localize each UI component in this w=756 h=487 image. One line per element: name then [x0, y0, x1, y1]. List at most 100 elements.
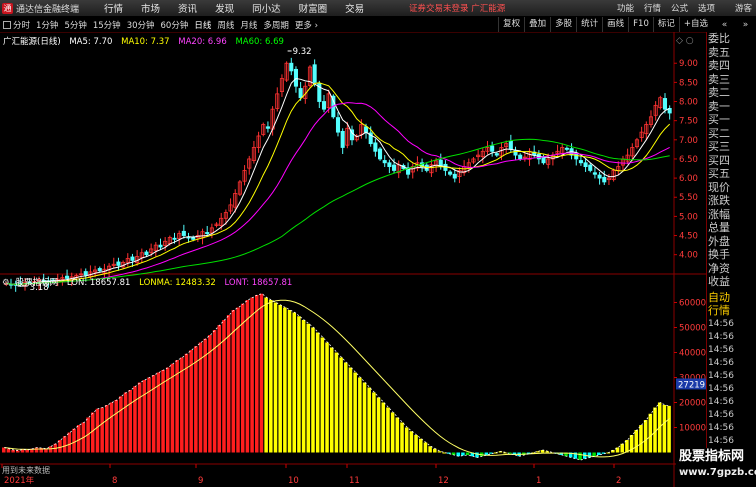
menu-market[interactable]: 市场	[132, 1, 169, 15]
period-tab-weekly[interactable]: 周线	[214, 19, 237, 31]
indicator-bar	[297, 316, 301, 453]
tool-draw[interactable]: 画线	[602, 17, 628, 32]
indicator-bar	[433, 448, 437, 453]
right-menu: 功能 行情 公式 选项	[612, 0, 720, 16]
indicator-bar	[76, 425, 81, 453]
menu-formula[interactable]: 公式	[666, 2, 693, 14]
tool-add-watchlist[interactable]: +自选	[678, 17, 712, 32]
indicator-bar	[404, 427, 409, 453]
lonma-value: LONMA: 12483.32	[139, 278, 216, 288]
lont-value: LONT: 18657.81	[224, 278, 293, 288]
menu-discover[interactable]: 发现	[206, 1, 243, 15]
period-tab-1min[interactable]: 1分钟	[33, 19, 61, 31]
menu-trade[interactable]: 交易	[336, 1, 373, 15]
menu-quotes[interactable]: 行情	[95, 1, 132, 15]
candle-body	[130, 256, 135, 261]
indicator-bar	[315, 332, 320, 453]
menu-function[interactable]: 功能	[612, 2, 639, 14]
watermark-url: www.7gpzb.com	[679, 467, 756, 478]
period-tab-more[interactable]: 更多 ›	[292, 19, 321, 31]
indicator-name: 股票指标网	[15, 278, 59, 288]
indicator-bar	[95, 408, 100, 453]
indicator-bar	[128, 390, 133, 453]
candle-body	[97, 268, 102, 272]
tool-adjust[interactable]: 复权	[498, 17, 524, 32]
candle-body	[116, 261, 121, 266]
candle-body	[321, 101, 327, 110]
panel-item: 总量	[708, 221, 730, 234]
indicator-bar	[259, 293, 264, 453]
menu-wealth-circle[interactable]: 财富圈	[290, 1, 337, 15]
app-logo-icon: 通	[2, 2, 13, 14]
indicator-bar	[648, 413, 653, 453]
candle-body	[298, 88, 303, 99]
panel-item: 涨跌	[708, 194, 730, 207]
candle-body	[158, 244, 163, 248]
double-right-arrow-icon[interactable]: »	[743, 20, 749, 30]
price-tick-label: 6.00	[679, 174, 698, 184]
gear-icon[interactable]: ⚙	[2, 278, 10, 288]
candle-body	[392, 164, 397, 171]
panel-item: 收益	[708, 275, 730, 288]
sub-legend: ⚙ 股票指标网 LON: 18657.81 LONMA: 12483.32 LON…	[2, 276, 298, 288]
indicator-bar	[643, 420, 648, 453]
candle-body	[490, 145, 495, 152]
panel-item: 买五	[708, 167, 730, 180]
price-tick-label: 4.00	[679, 251, 698, 261]
double-left-arrow-icon[interactable]: «	[722, 20, 728, 30]
tool-overlay[interactable]: 叠加	[524, 17, 550, 32]
menu-quotes-right[interactable]: 行情	[639, 2, 666, 14]
guest-button[interactable]: 游客	[735, 2, 752, 14]
indicator-bar	[428, 446, 432, 453]
period-tab-daily[interactable]: 日线	[191, 19, 214, 31]
watermark-title: 股票指标网	[679, 449, 745, 464]
login-warning[interactable]: 证券交易未登录 广汇能源	[409, 2, 505, 14]
price-tick-label: 8.00	[679, 98, 698, 108]
quotes-label[interactable]: 行情	[707, 304, 756, 318]
ma10-value: MA10: 7.37	[121, 37, 170, 47]
tool-multi-stock[interactable]: 多股	[550, 17, 576, 32]
indicator-bar	[386, 407, 390, 453]
indicator-bar	[114, 400, 118, 453]
x-axis-label: 1	[536, 476, 541, 486]
tool-mark[interactable]: 标记	[652, 17, 679, 32]
panel-item: 卖五	[708, 45, 730, 59]
ma60-line	[6, 138, 670, 285]
sub-tick-label: 50000	[679, 324, 706, 334]
candle-body	[387, 162, 392, 168]
indicator-bar	[250, 297, 254, 453]
menu-tongxiaoda[interactable]: 同小达	[243, 1, 290, 15]
indicator-bar	[578, 452, 582, 460]
candle-body	[340, 130, 345, 148]
indicator-bar	[414, 435, 418, 453]
candle-body	[494, 153, 499, 156]
period-tab-monthly[interactable]: 月线	[237, 19, 260, 31]
menu-options[interactable]: 选项	[693, 2, 720, 14]
auto-label[interactable]: 自动	[707, 291, 756, 305]
panel-item: 卖二	[708, 86, 730, 99]
chart-settings-icons[interactable]: ◇ ○	[676, 36, 694, 46]
tool-f10[interactable]: F10	[628, 17, 653, 32]
period-tab-timeshare[interactable]: 分时	[0, 19, 33, 31]
tick-time: 14:56	[708, 422, 734, 433]
tool-stats[interactable]: 统计	[576, 17, 602, 32]
candle-body	[564, 147, 569, 150]
menu-news[interactable]: 资讯	[169, 1, 206, 15]
indicator-bar	[109, 402, 114, 453]
period-tab-5min[interactable]: 5分钟	[61, 19, 89, 31]
indicator-bar	[287, 310, 292, 453]
period-tab-60min[interactable]: 60分钟	[158, 19, 192, 31]
ma5-value: MA5: 7.70	[69, 37, 113, 47]
indicator-bar	[639, 425, 643, 453]
kline-chart[interactable]: 9.00 8.50 8.00 7.50 7.00 6.50 6.00 5.50 5.00 4.50…	[0, 32, 706, 487]
period-tab-15min[interactable]: 15分钟	[90, 19, 124, 31]
period-tab-30min[interactable]: 30分钟	[124, 19, 158, 31]
indicator-bar	[67, 432, 72, 453]
period-tab-multi[interactable]: 多周期	[260, 19, 292, 31]
candle-body	[602, 176, 607, 183]
indicator-bar	[353, 372, 357, 453]
app-title: 通达信金融终端	[16, 4, 80, 15]
candle-body	[205, 232, 210, 235]
candle-body	[373, 142, 378, 152]
candle-body	[172, 237, 177, 240]
